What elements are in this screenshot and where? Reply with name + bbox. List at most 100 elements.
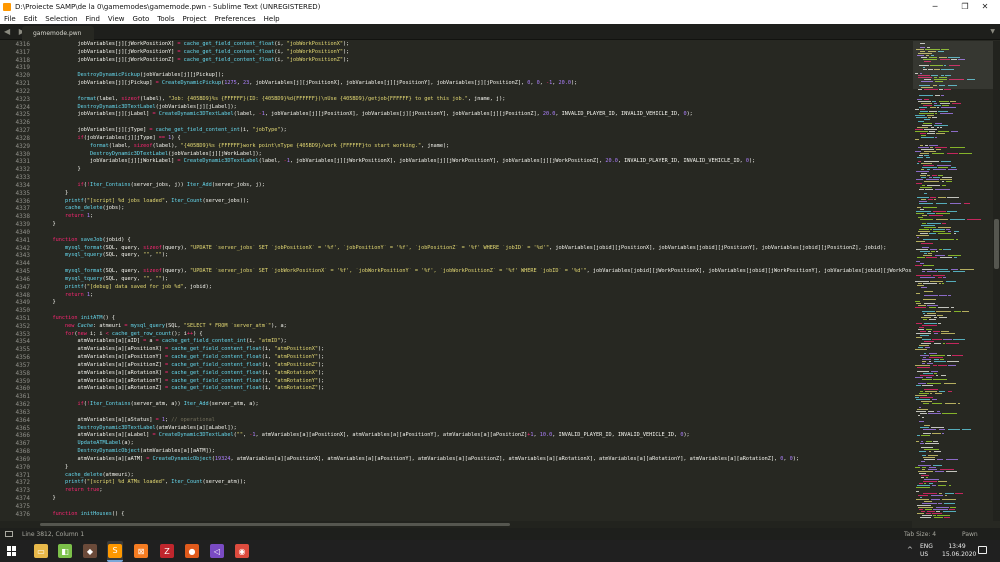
horizontal-scrollbar[interactable] xyxy=(0,521,912,528)
code-line[interactable]: jobVariables[j][jWorkPositionY] = cache_… xyxy=(40,49,912,57)
tab-size-selector[interactable]: Tab Size: 4 xyxy=(904,531,936,538)
code-line[interactable]: mysql_tquery(SQL, query, "", ""); xyxy=(40,252,912,260)
code-line[interactable]: return true; xyxy=(40,487,912,495)
code-line[interactable]: } xyxy=(40,190,912,198)
code-line[interactable] xyxy=(40,409,912,417)
code-line[interactable]: printf("[script] %d ATMs loaded", Iter_C… xyxy=(40,479,912,487)
code-line[interactable] xyxy=(40,260,912,268)
menu-help[interactable]: Help xyxy=(260,15,284,23)
language-indicator[interactable]: ENG US xyxy=(920,543,933,559)
code-line[interactable]: printf("[script] %d jobs loaded", Iter_C… xyxy=(40,198,912,206)
menu-selection[interactable]: Selection xyxy=(41,15,81,23)
code-line[interactable]: if(!Iter_Contains(server_atm, a)) Iter_A… xyxy=(40,401,912,409)
sublime-text-icon[interactable]: S xyxy=(107,541,123,562)
code-line[interactable]: DestroyDynamicPickup(jobVariables[j][jPi… xyxy=(40,72,912,80)
code-line[interactable] xyxy=(40,64,912,72)
minimize-button[interactable]: ─ xyxy=(920,0,950,13)
code-line[interactable]: atmVariables[a][aRotationZ] = cache_get_… xyxy=(40,385,912,393)
code-line[interactable]: if(!Iter_Contains(server_jobs, j)) Iter_… xyxy=(40,182,912,190)
code-line[interactable] xyxy=(40,119,912,127)
code-line[interactable]: format(label, sizeof(label), "{405BD9}%s… xyxy=(40,143,912,151)
code-line[interactable]: cache_delete(atmeuri); xyxy=(40,472,912,480)
code-line[interactable]: jobVariables[j][jType] = cache_get_field… xyxy=(40,127,912,135)
code-line[interactable] xyxy=(40,503,912,511)
code-line[interactable]: } xyxy=(40,464,912,472)
vertical-scrollbar-thumb[interactable] xyxy=(994,219,999,269)
code-line[interactable]: } xyxy=(40,495,912,503)
notification-center-icon[interactable] xyxy=(978,546,987,554)
windows-start-icon[interactable] xyxy=(7,546,17,556)
pawno-icon[interactable]: ● xyxy=(184,543,200,559)
vertical-scrollbar[interactable] xyxy=(993,41,1000,521)
code-line[interactable]: jobVariables[j][jWorkPositionX] = cache_… xyxy=(40,41,912,49)
samp-game-icon[interactable]: ◆ xyxy=(82,543,98,559)
chrome-icon[interactable]: ◉ xyxy=(234,543,250,559)
close-button[interactable]: ✕ xyxy=(970,0,1000,13)
code-line[interactable]: jobVariables[j][jLabel] = CreateDynamic3… xyxy=(40,111,912,119)
menu-project[interactable]: Project xyxy=(179,15,211,23)
notepad-plus-icon[interactable]: ◧ xyxy=(57,543,73,559)
code-line[interactable]: cache_delete(jobs); xyxy=(40,205,912,213)
code-line[interactable]: DestroyDynamic3DTextLabel(jobVariables[j… xyxy=(40,104,912,112)
file-explorer-icon[interactable]: ▭ xyxy=(33,543,49,559)
code-line[interactable]: function initATM() { xyxy=(40,315,912,323)
code-line[interactable]: function saveJob(jobid) { xyxy=(40,237,912,245)
menu-edit[interactable]: Edit xyxy=(20,15,42,23)
minimap-viewport[interactable] xyxy=(913,41,993,89)
syntax-selector[interactable]: Pawn xyxy=(962,531,978,538)
menu-file[interactable]: File xyxy=(0,15,20,23)
code-line[interactable]: } xyxy=(40,166,912,174)
code-line[interactable]: UpdateATMLabel(a); xyxy=(40,440,912,448)
horizontal-scrollbar-thumb[interactable] xyxy=(40,523,510,526)
code-line[interactable]: } xyxy=(40,299,912,307)
code-line[interactable]: DestroyDynamicObject(atmVariables[a][aAT… xyxy=(40,448,912,456)
code-line[interactable]: mysql_tquery(SQL, query, "", ""); xyxy=(40,276,912,284)
menu-tools[interactable]: Tools xyxy=(153,15,178,23)
code-line[interactable]: atmVariables[a][aID] = a = cache_get_fie… xyxy=(40,338,912,346)
code-line[interactable]: DestroyDynamic3DTextLabel(atmVariables[a… xyxy=(40,425,912,433)
code-line[interactable] xyxy=(40,307,912,315)
code-line[interactable]: jobVariables[j][jWorkLabel] = CreateDyna… xyxy=(40,158,912,166)
menu-preferences[interactable]: Preferences xyxy=(210,15,259,23)
menu-view[interactable]: View xyxy=(104,15,129,23)
code-line[interactable]: return 1; xyxy=(40,292,912,300)
visual-studio-icon[interactable]: ◁ xyxy=(209,543,225,559)
code-line[interactable] xyxy=(40,174,912,182)
code-line[interactable]: function initHouses() { xyxy=(40,511,912,519)
menu-find[interactable]: Find xyxy=(82,15,104,23)
code-line[interactable]: } xyxy=(40,221,912,229)
code-editor[interactable]: 4316 4317 4318 4319 4320 4321 4322 4323 4324 4325… xyxy=(0,41,912,521)
code-line[interactable] xyxy=(40,393,912,401)
code-line[interactable]: atmVariables[a][aPositionZ] = cache_get_… xyxy=(40,362,912,370)
code-line[interactable]: for(new i; i < cache_get_row_count(); i+… xyxy=(40,331,912,339)
panel-toggle-icon[interactable] xyxy=(5,531,13,537)
code-line[interactable] xyxy=(40,229,912,237)
code-line[interactable]: DestroyDynamic3DTextLabel(jobVariables[j… xyxy=(40,151,912,159)
tray-overflow-icon[interactable]: ^ xyxy=(907,546,913,554)
xampp-icon[interactable]: ⊠ xyxy=(133,543,149,559)
code-line[interactable]: atmVariables[a][aRotationY] = cache_get_… xyxy=(40,378,912,386)
code-line[interactable] xyxy=(40,88,912,96)
menu-goto[interactable]: Goto xyxy=(129,15,154,23)
code-line[interactable]: atmVariables[a][aRotationX] = cache_get_… xyxy=(40,370,912,378)
tab-gamemode-pwn[interactable]: gamemode.pwn xyxy=(22,26,94,40)
code-line[interactable]: jobVariables[j][jWorkPositionZ] = cache_… xyxy=(40,57,912,65)
code-line[interactable]: atmVariables[a][aLabel] = CreateDynamic3… xyxy=(40,432,912,440)
code-line[interactable]: mysql_format(SQL, query, sizeof(query), … xyxy=(40,245,912,253)
system-clock[interactable]: 13:49 15.06.2020 xyxy=(942,543,976,559)
code-line[interactable]: atmVariables[a][aPositionY] = cache_get_… xyxy=(40,354,912,362)
code-line[interactable]: atmVariables[a][aPositionX] = cache_get_… xyxy=(40,346,912,354)
code-line[interactable]: jobVariables[j][jPickup] = CreateDynamic… xyxy=(40,80,912,88)
code-line[interactable]: format(label, sizeof(label), "Job: {405B… xyxy=(40,96,912,104)
code-line[interactable]: if(jobVariables[j][jType] == 1) { xyxy=(40,135,912,143)
code-area[interactable]: jobVariables[j][jWorkPositionX] = cache_… xyxy=(40,41,912,521)
code-line[interactable]: return 1; xyxy=(40,213,912,221)
minimap[interactable] xyxy=(913,41,993,521)
code-line[interactable]: atmVariables[a][aStatus] = 1; // operati… xyxy=(40,417,912,425)
code-line[interactable]: mysql_format(SQL, query, sizeof(query), … xyxy=(40,268,912,276)
code-line[interactable]: new Cache: atmeuri = mysql_query(SQL, "S… xyxy=(40,323,912,331)
code-line[interactable]: printf("[debug] data saved for job %d", … xyxy=(40,284,912,292)
filezilla-icon[interactable]: Z xyxy=(159,543,175,559)
code-line[interactable]: atmVariables[a][aATM] = CreateDynamicObj… xyxy=(40,456,912,464)
tabs-dropdown-icon[interactable]: ▼ xyxy=(990,28,995,35)
